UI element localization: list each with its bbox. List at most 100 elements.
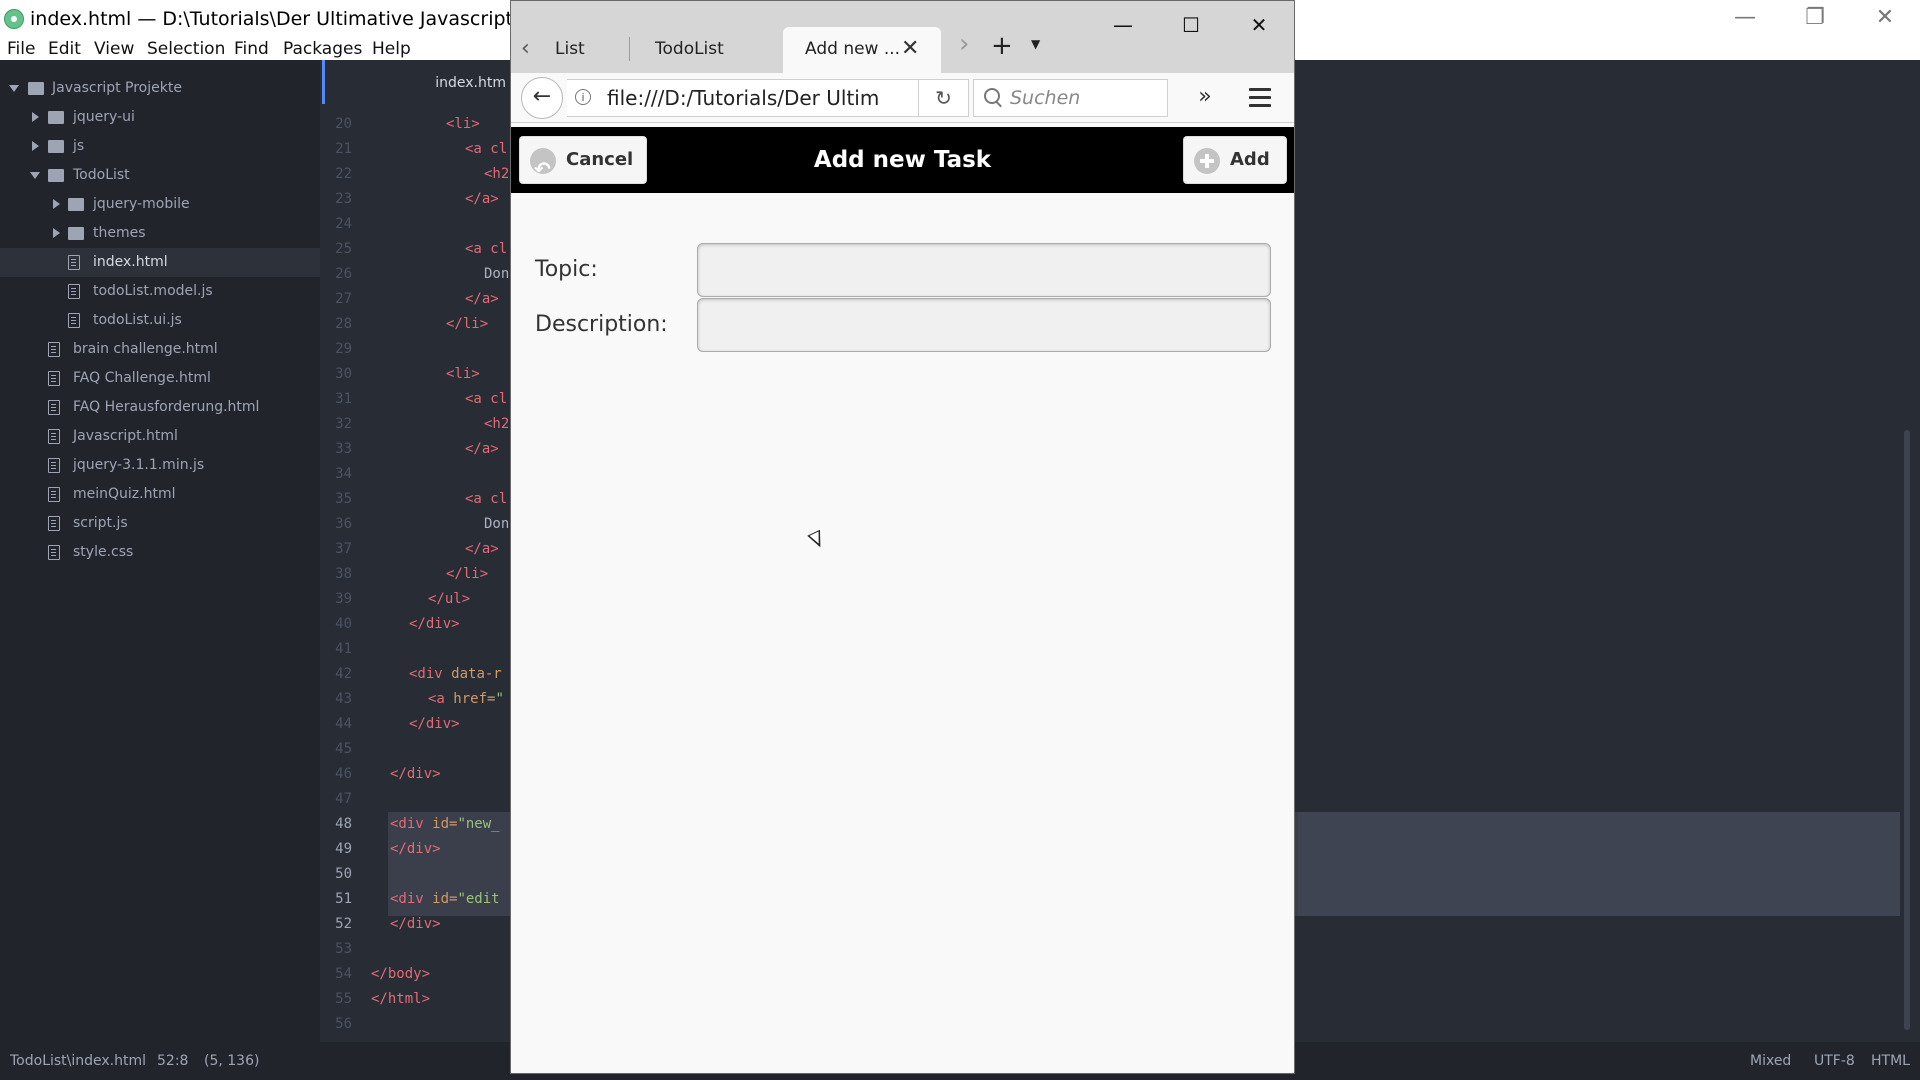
line-number: 51 — [335, 891, 352, 907]
tab-todolist[interactable]: TodoList — [641, 27, 781, 73]
tab-list-dropdown-icon[interactable]: ▼ — [1031, 37, 1040, 51]
overflow-chevron-icon[interactable]: » — [1188, 81, 1222, 115]
tree-item-folder[interactable]: jquery-mobile — [0, 190, 320, 219]
file-icon — [48, 371, 60, 386]
tab-scroll-right-icon[interactable]: › — [959, 29, 969, 59]
editor-tab-index-html[interactable]: index.htm — [322, 60, 512, 104]
tree-item-label: script.js — [73, 515, 128, 531]
status-encoding[interactable]: UTF-8 — [1814, 1042, 1855, 1080]
line-number: 23 — [335, 191, 352, 207]
tree-item-file[interactable]: FAQ Challenge.html — [0, 364, 320, 393]
tree-item-folder[interactable]: js — [0, 132, 320, 161]
tree-item-file[interactable]: meinQuiz.html — [0, 480, 320, 509]
tab-list[interactable]: ‹ List — [521, 27, 621, 73]
tree-item-file[interactable]: brain challenge.html — [0, 335, 320, 364]
folder-icon — [48, 140, 64, 153]
tab-label: Add new ... — [805, 39, 901, 59]
line-number: 35 — [335, 491, 352, 507]
tab-add-new[interactable]: Add new ... ✕ — [783, 27, 941, 73]
status-line-ending[interactable]: Mixed — [1750, 1042, 1791, 1080]
code-line: <a cl — [465, 491, 508, 507]
status-file-path[interactable]: TodoList\index.html — [10, 1042, 146, 1080]
tree-item-label: jquery-ui — [73, 109, 135, 125]
info-icon[interactable]: i — [575, 89, 591, 105]
status-grammar[interactable]: HTML — [1871, 1042, 1910, 1080]
tree-item-file[interactable]: FAQ Herausforderung.html — [0, 393, 320, 422]
tab-close-icon[interactable]: ✕ — [901, 27, 919, 71]
hamburger-menu-icon[interactable] — [1241, 81, 1277, 115]
tree-item-label: Javascript.html — [73, 428, 178, 444]
code-line: </div> — [390, 766, 441, 782]
code-line: <h2 — [484, 166, 510, 182]
tree-item-file[interactable]: Javascript.html — [0, 422, 320, 451]
tree-item-file[interactable]: script.js — [0, 509, 320, 538]
tab-label: List — [555, 39, 585, 59]
file-icon — [48, 458, 60, 473]
code-line: <a cl — [465, 241, 508, 257]
tree-item-file[interactable]: style.css — [0, 538, 320, 567]
topic-input[interactable] — [697, 243, 1271, 297]
description-input[interactable] — [697, 298, 1271, 352]
search-box[interactable] — [973, 79, 1168, 117]
menu-packages[interactable]: Packages — [283, 38, 362, 60]
menu-view[interactable]: View — [94, 38, 134, 60]
menu-find[interactable]: Find — [234, 38, 269, 60]
chevron-right-icon — [53, 199, 60, 209]
minimize-icon[interactable]: — — [1710, 0, 1780, 38]
menu-edit[interactable]: Edit — [48, 38, 81, 60]
tree-root-folder[interactable]: Javascript Projekte — [0, 74, 320, 103]
cancel-button[interactable]: Cancel — [519, 136, 647, 192]
tree-item-file-selected[interactable]: index.html — [0, 248, 320, 277]
line-number: 49 — [335, 841, 352, 857]
line-number: 42 — [335, 666, 352, 682]
plus-icon — [1194, 148, 1220, 174]
status-selection-count: (5, 136) — [204, 1053, 260, 1069]
code-line: </ul> — [428, 591, 471, 607]
status-cursor-position[interactable]: 52:8 — [157, 1042, 188, 1080]
menu-help[interactable]: Help — [372, 38, 411, 60]
editor-scrollbar[interactable] — [1904, 430, 1910, 1030]
tree-item-label: index.html — [93, 254, 168, 270]
restore-icon[interactable]: ❐ — [1780, 0, 1850, 38]
chevron-right-icon — [32, 112, 39, 122]
line-number: 22 — [335, 166, 352, 182]
line-number: 56 — [335, 1016, 352, 1032]
url-bar[interactable]: i file:///D:/Tutorials/Der Ultim — [567, 79, 919, 117]
code-line: <a cl — [465, 391, 508, 407]
code-line: </a> — [465, 541, 499, 557]
add-button[interactable]: Add — [1183, 136, 1287, 184]
browser-maximize-icon[interactable]: ☐ — [1157, 1, 1225, 49]
tree-item-file[interactable]: todoList.model.js — [0, 277, 320, 306]
tree-item-folder[interactable]: TodoList — [0, 161, 320, 190]
tree-item-file[interactable]: todoList.ui.js — [0, 306, 320, 335]
menu-file[interactable]: File — [7, 38, 35, 60]
browser-minimize-icon[interactable]: — — [1089, 1, 1157, 49]
line-number: 54 — [335, 966, 352, 982]
tree-item-folder[interactable]: jquery-ui — [0, 103, 320, 132]
code-line: </div> — [409, 716, 460, 732]
line-number: 55 — [335, 991, 352, 1007]
reload-icon[interactable]: ↻ — [919, 79, 969, 117]
line-number: 53 — [335, 941, 352, 957]
line-number: 38 — [335, 566, 352, 582]
code-line: <div id="edit — [390, 887, 500, 912]
search-input[interactable] — [1010, 80, 1160, 116]
tab-scroll-left-icon[interactable]: ‹ — [521, 27, 530, 71]
line-number: 33 — [335, 441, 352, 457]
new-tab-icon[interactable]: + — [991, 31, 1013, 61]
tree-item-label: jquery-3.1.1.min.js — [73, 457, 205, 473]
folder-icon — [68, 198, 84, 211]
tree-item-folder[interactable]: themes — [0, 219, 320, 248]
line-number: 32 — [335, 416, 352, 432]
menu-selection[interactable]: Selection — [147, 38, 225, 60]
back-arrow-icon[interactable]: ← — [521, 77, 563, 119]
close-icon[interactable]: ✕ — [1850, 0, 1920, 38]
line-number: 44 — [335, 716, 352, 732]
cancel-label: Cancel — [566, 149, 634, 170]
browser-close-icon[interactable]: ✕ — [1225, 1, 1293, 49]
tree-item-file[interactable]: jquery-3.1.1.min.js — [0, 451, 320, 480]
line-number: 36 — [335, 516, 352, 532]
file-icon — [68, 255, 80, 270]
line-number: 37 — [335, 541, 352, 557]
add-label: Add — [1230, 149, 1270, 170]
